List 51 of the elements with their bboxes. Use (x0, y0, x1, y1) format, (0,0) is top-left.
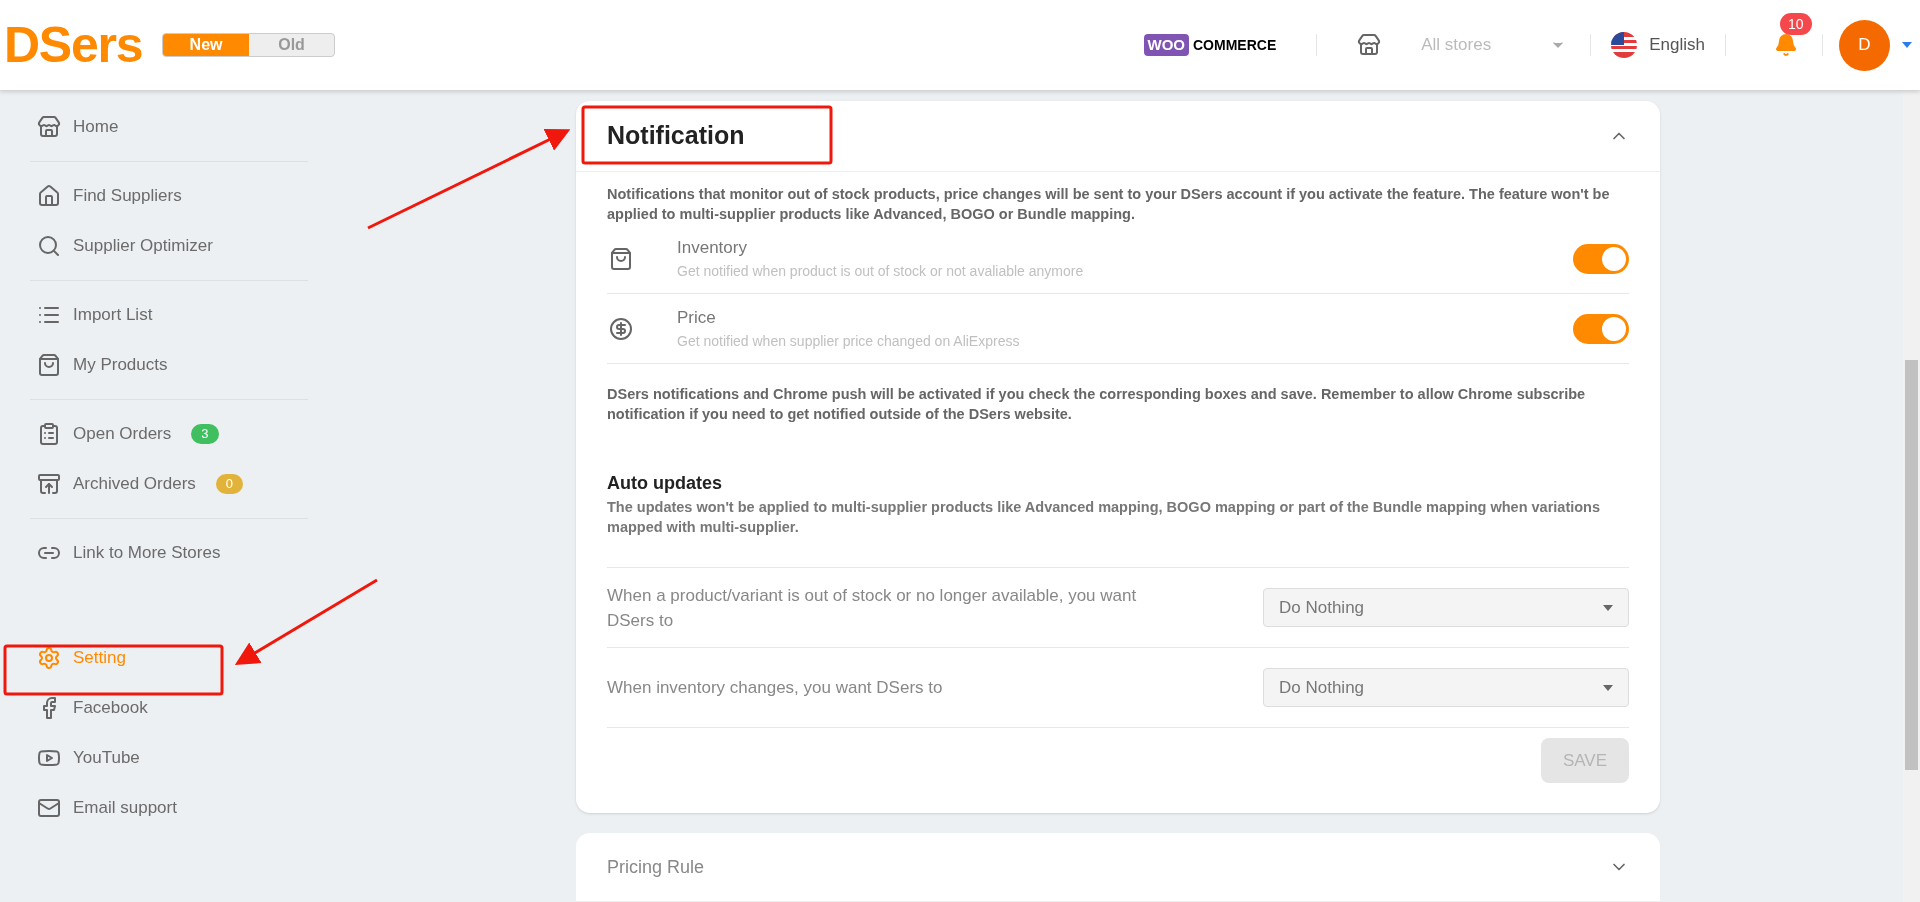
count-badge: 3 (191, 424, 219, 444)
store-icon (1357, 33, 1382, 57)
archive-box-icon (37, 472, 61, 496)
subsection-title: Auto updates (607, 472, 723, 495)
option-description: Get notified when product is out of stock or not avaliable anymore (677, 261, 1084, 281)
shopping-bag-icon (609, 246, 633, 271)
shopping-bag-icon (37, 353, 61, 377)
option-title: Inventory (677, 237, 748, 260)
scrollbar[interactable] (1903, 90, 1920, 902)
sidebar-item[interactable]: Archived Orders 0 (0, 459, 340, 509)
option-title: Price (677, 307, 717, 330)
sidebar-item[interactable]: Find Suppliers (0, 171, 340, 221)
rule-label: When inventory changes, you want DSers to (607, 677, 944, 699)
settings-icon (37, 646, 61, 670)
avatar[interactable]: D (1839, 19, 1890, 71)
action-select[interactable]: Do Nothing (1263, 668, 1629, 707)
sidebar-item[interactable]: Import List (0, 290, 340, 340)
description-text: The updates won't be applied to multi-supplier products like Advanced mapping, BOGO mapping or part of the Bundle mapping when variations mapped with multi-supplier. (607, 498, 1602, 537)
sidebar-item[interactable]: Home (0, 102, 340, 152)
clipboard-icon (37, 422, 61, 446)
description-text: Notifications that monitor out of stock products, price changes will be sent to your DSers account if you activate the feature. The feature won't be applied to multi-supplier products like Advanced, BOGO or Bundle mapping. (607, 185, 1611, 224)
bell-icon[interactable] (1774, 33, 1798, 57)
sidebar-item[interactable]: Email support (0, 783, 340, 833)
mail-icon (37, 796, 61, 820)
sidebar-item[interactable]: Facebook (0, 683, 340, 733)
section-title[interactable]: Pricing Rule (607, 853, 705, 881)
store-icon (37, 115, 61, 139)
search-icon (37, 234, 61, 258)
sidebar-item[interactable]: YouTube (0, 733, 340, 783)
flag-icon (1611, 32, 1638, 58)
dollar-coin-icon (609, 316, 633, 341)
option-description: Get notified when supplier price changed on AliExpress (677, 331, 1020, 351)
language-select[interactable]: English (1611, 32, 1705, 58)
sidebar-item[interactable]: My Products (0, 340, 340, 390)
sidebar-item[interactable]: Link to More Stores (0, 528, 340, 578)
woocommerce-logo: WOO COMMERCE (1143, 33, 1277, 57)
sidebar-item[interactable]: Supplier Optimizer (0, 221, 340, 271)
notification-count: 10 (1780, 13, 1812, 35)
note-text: DSers notifications and Chrome push will be activated if you check the corresponding boxes and save. Remember to allow Chrome subscribe notification if you need to get notified outside of the DSers website. (607, 385, 1587, 424)
sidebar-item[interactable]: Open Orders 3 (0, 409, 340, 459)
toggle-switch[interactable] (1573, 243, 1629, 274)
version-option[interactable]: Old (248, 34, 335, 56)
toggle-switch[interactable] (1573, 313, 1629, 344)
rule-label: When a product/variant is out of stock or no longer available, you want DSers to (607, 584, 1138, 632)
section-title: Notification (607, 120, 745, 152)
caret-icon (1603, 684, 1613, 691)
caret-icon (1603, 604, 1613, 611)
caret-icon[interactable] (1902, 42, 1912, 48)
count-badge: 0 (215, 474, 244, 494)
house-icon (37, 184, 61, 208)
action-select[interactable]: Do Nothing (1263, 588, 1629, 627)
